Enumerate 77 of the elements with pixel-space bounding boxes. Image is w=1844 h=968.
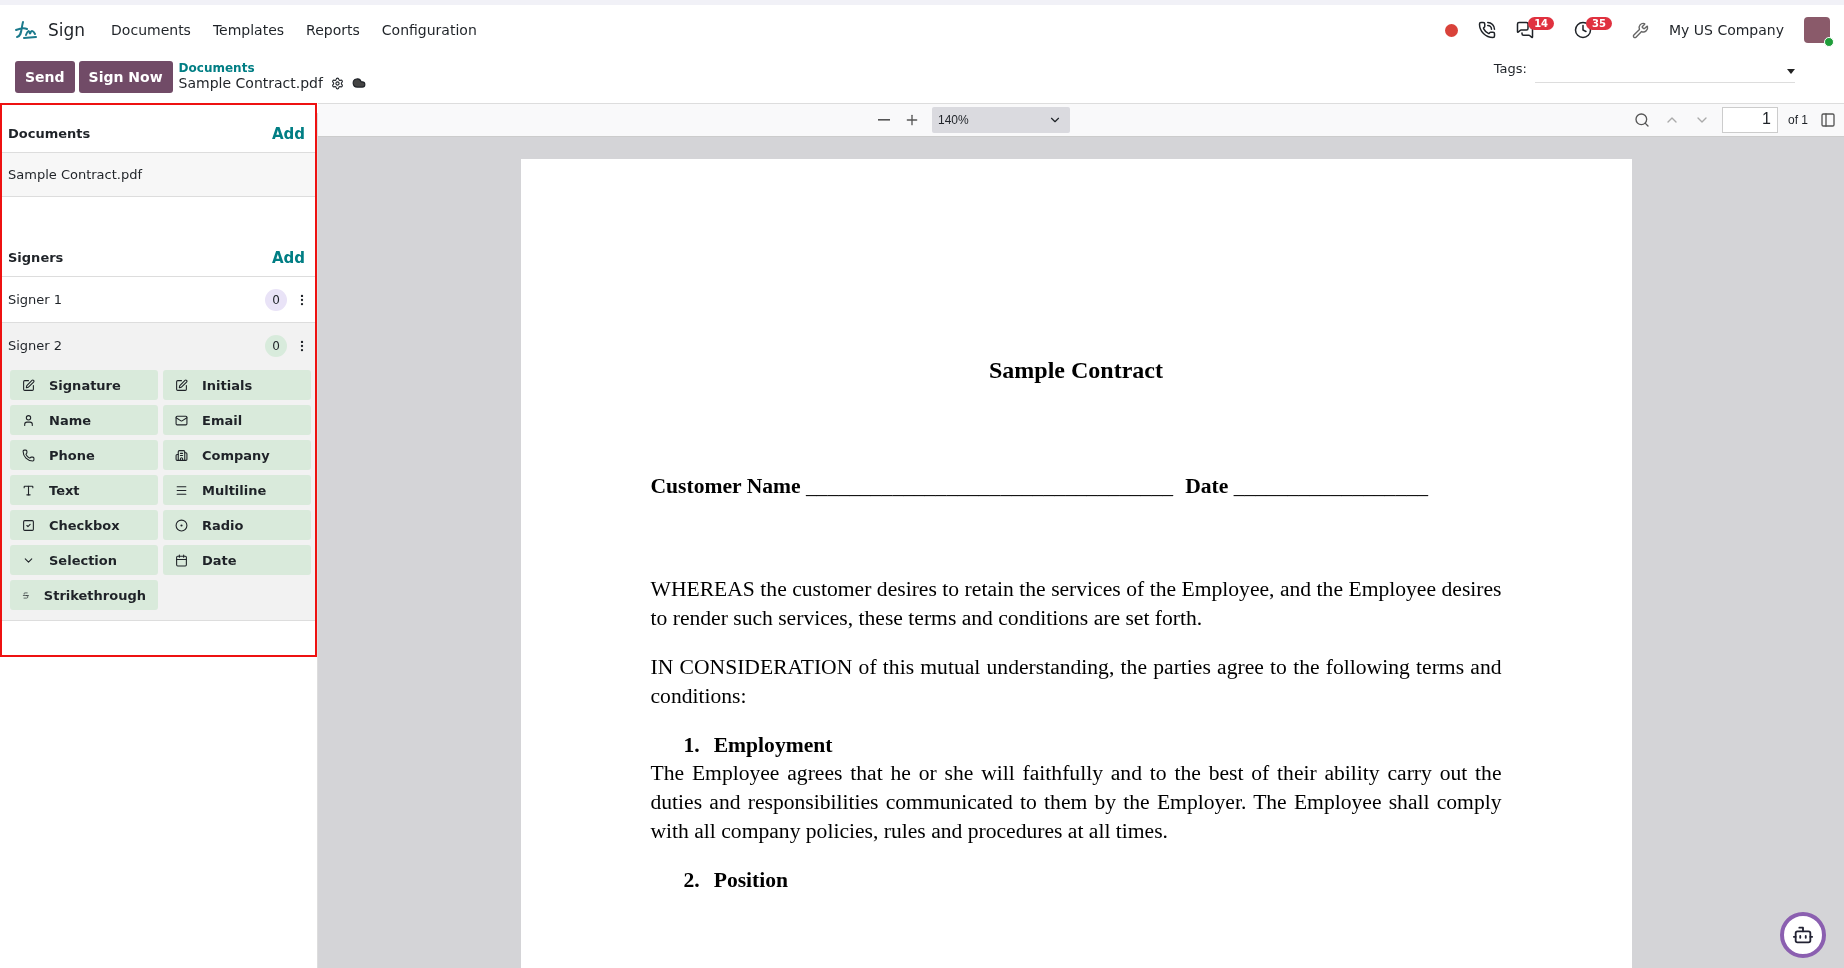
signature-logo (14, 19, 38, 41)
field-button[interactable]: Multiline (163, 475, 311, 505)
count-badge: 35 (1586, 16, 1612, 30)
settings-icon[interactable] (330, 76, 344, 90)
fill-in-line: Customer Name __________________________________ (650, 474, 1174, 499)
sidebar-toggle-button[interactable] (1818, 110, 1838, 130)
count-badge: 14 (1528, 16, 1555, 30)
checkbox-icon (22, 518, 35, 532)
person-icon (22, 413, 35, 427)
caret-icon (1787, 69, 1795, 74)
building-icon (175, 448, 188, 462)
list-number: 1. (683, 732, 700, 759)
zoom-select[interactable]: 140% (932, 107, 1070, 133)
robot-icon (1792, 924, 1814, 946)
clock-icon[interactable] (1574, 21, 1593, 39)
breadcrumb-link[interactable]: Documents (178, 61, 366, 75)
field-button[interactable]: Selection (10, 545, 158, 575)
paragraph: IN CONSIDERATION of this mutual understanding, the parties agree to the following terms and conditions: (650, 654, 1502, 710)
page-count: of 1 (1788, 113, 1808, 127)
field-button[interactable]: Name (10, 405, 158, 435)
field-button[interactable]: Strikethrough (10, 580, 158, 610)
fill-in-line: Date __________________ (1185, 474, 1429, 499)
field-button[interactable]: Signature (10, 370, 158, 400)
field-button[interactable]: Email (163, 405, 311, 435)
field-button[interactable]: Text (10, 475, 158, 505)
phone-icon[interactable] (1478, 21, 1497, 39)
field-label: Tags: (1493, 61, 1527, 76)
section-heading: Position (713, 867, 789, 894)
field-button[interactable]: Initials (163, 370, 311, 400)
menu-item[interactable]: Reports (306, 22, 360, 38)
field-button[interactable]: Checkbox (10, 510, 158, 540)
letter-icon (22, 483, 35, 497)
record-title: Sample Contract.pdf (178, 75, 323, 91)
signer-name: Signer 1 (8, 292, 64, 307)
signer-name: Signer 2 (8, 338, 64, 353)
section-title: Signers (8, 250, 64, 265)
list-number: 2. (683, 867, 700, 894)
cloud-icon[interactable] (351, 76, 366, 90)
field-button[interactable]: Radio (163, 510, 311, 540)
tools-icon[interactable] (1632, 21, 1649, 39)
field-button[interactable]: Phone (10, 440, 158, 470)
document-title: Sample Contract (988, 357, 1164, 384)
chat-bot-button[interactable] (1780, 912, 1826, 958)
page-number-field[interactable]: 1 (1722, 107, 1778, 133)
radio-icon (175, 518, 188, 532)
paragraph: WHEREAS the customer desires to retain the services of the Employee, and the Employee desires to render such services, these terms and conditions are set forth. (650, 576, 1502, 632)
pen-square-icon (22, 378, 35, 392)
chat-icon[interactable] (1516, 21, 1535, 39)
count-badge: 0 (265, 288, 287, 311)
action-button[interactable]: Send (15, 61, 75, 93)
pen-square-icon (175, 378, 188, 392)
section-heading: Employment (713, 732, 833, 759)
action-button[interactable]: Sign Now (78, 61, 173, 93)
company-switcher[interactable]: My US Company (1669, 22, 1784, 38)
paragraph: The Employee agrees that he or she will faithfully and to the best of their ability carry out the duties and responsibilities communicated to them by the Employer. The Employee shall comply with all company policies, rules and procedures at all times. (650, 760, 1502, 845)
search-icon (1634, 112, 1650, 128)
field-button[interactable]: Company (163, 440, 311, 470)
section-title: Documents (8, 126, 91, 141)
record-icon[interactable] (1445, 23, 1459, 37)
app-name: Sign (48, 20, 86, 40)
plus-icon (904, 112, 920, 128)
calendar-icon (175, 553, 188, 567)
menu-item[interactable]: Documents (111, 22, 191, 38)
envelope-icon (175, 413, 188, 427)
add-link[interactable]: Add (271, 248, 305, 267)
field-button[interactable]: Date (163, 545, 311, 575)
panel-icon (1820, 112, 1836, 128)
signer-item[interactable]: Signer 2 0 Signature Initials Name Email Phone Company Text Multiline Checkbox Radio Selection Date Strikethrough (2, 323, 315, 621)
phone-icon (22, 448, 35, 462)
count-badge: 0 (265, 334, 287, 357)
menu-item[interactable]: Configuration (381, 22, 477, 38)
online-dot (1824, 37, 1834, 47)
add-link[interactable]: Add (271, 124, 305, 143)
menu-item[interactable]: Templates (212, 22, 285, 38)
lines-icon (175, 483, 188, 497)
minus-icon (878, 119, 890, 121)
document-item[interactable]: Sample Contract.pdf (2, 153, 315, 197)
